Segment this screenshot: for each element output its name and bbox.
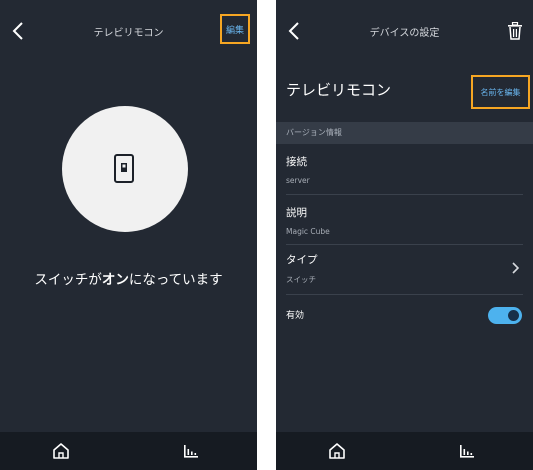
- row-label: 接続: [286, 156, 307, 168]
- top-bar: デバイスの設定: [276, 0, 533, 64]
- switch-button[interactable]: [62, 106, 188, 232]
- bottom-nav: [0, 432, 257, 470]
- connection-row: 接続 server: [286, 154, 523, 185]
- home-icon[interactable]: [328, 442, 346, 460]
- light-switch-icon: [114, 154, 134, 183]
- top-bar: テレビリモコン 編集: [0, 0, 257, 64]
- toggle-knob: [508, 310, 519, 321]
- stats-icon[interactable]: [459, 444, 475, 458]
- section-label: バージョン情報: [286, 128, 342, 137]
- divider: [286, 244, 523, 245]
- row-label: 説明: [286, 207, 307, 219]
- page-title: テレビリモコン: [93, 28, 164, 39]
- page-title: デバイスの設定: [369, 28, 440, 39]
- rename-button[interactable]: 名前を編集: [471, 75, 530, 109]
- description-row: 説明 Magic Cube: [286, 205, 523, 236]
- chevron-right-icon: [512, 262, 519, 274]
- row-value: server: [286, 176, 310, 185]
- trash-icon[interactable]: [507, 22, 523, 40]
- type-row[interactable]: タイプ スイッチ: [286, 252, 523, 285]
- status-prefix: スイッチが: [34, 272, 102, 288]
- status-state: オン: [101, 272, 129, 288]
- home-icon[interactable]: [52, 442, 70, 460]
- row-label: タイプ: [286, 254, 318, 266]
- row-value: スイッチ: [286, 275, 316, 284]
- device-status-screen: テレビリモコン 編集 スイッチがオンになっています: [0, 0, 257, 470]
- status-suffix: になっています: [128, 272, 223, 288]
- stats-icon[interactable]: [183, 444, 199, 458]
- divider: [286, 194, 523, 195]
- device-settings-screen: デバイスの設定 テレビリモコン 名前を編集 バージョン情報 接続 server …: [276, 0, 533, 470]
- enabled-toggle[interactable]: [488, 307, 522, 324]
- bottom-nav: [276, 432, 533, 470]
- device-name: テレビリモコン: [286, 81, 392, 99]
- row-value: Magic Cube: [286, 227, 330, 236]
- switch-status-text: スイッチがオンになっています: [0, 268, 257, 288]
- section-header: バージョン情報: [276, 122, 533, 144]
- edit-button[interactable]: 編集: [220, 14, 250, 44]
- divider: [286, 294, 523, 295]
